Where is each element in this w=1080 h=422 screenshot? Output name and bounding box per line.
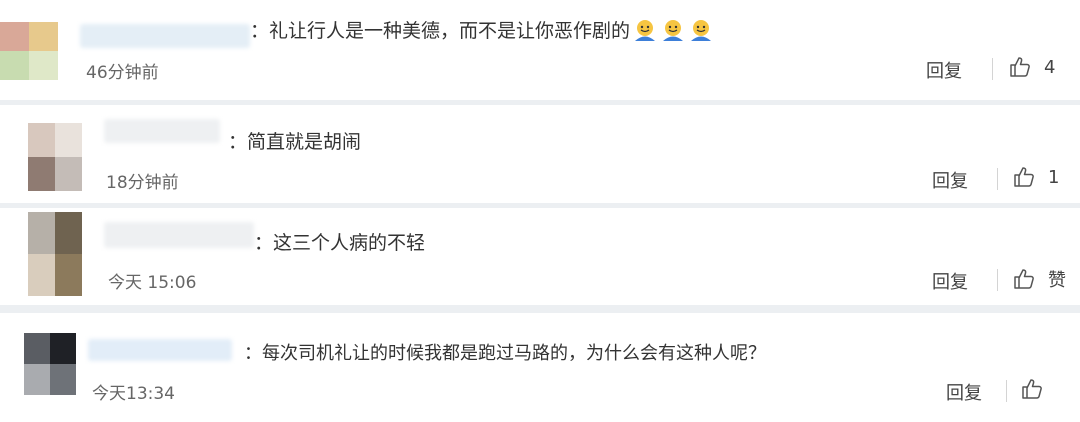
like-count: 4 — [1044, 56, 1056, 78]
divider — [997, 269, 998, 291]
divider — [992, 58, 993, 80]
like-button[interactable] — [1020, 377, 1056, 401]
divider — [997, 168, 998, 190]
comment-separator — [0, 305, 1080, 313]
reply-button[interactable]: 回复 — [932, 167, 968, 193]
comment-text: ：礼让行人是一种美德，而不是让你恶作剧的 — [250, 16, 714, 43]
smiley-icon — [635, 20, 656, 41]
comment-text: ：这三个人病的不轻 — [254, 232, 426, 254]
like-button[interactable]: 赞 — [1012, 266, 1066, 292]
comment-text: ：简直就是胡闹 — [228, 131, 362, 153]
comment-time: 18分钟前 — [106, 173, 179, 193]
thumbs-up-icon — [1014, 167, 1034, 187]
smiley-icon — [691, 20, 712, 41]
thumbs-up-icon — [1010, 57, 1030, 77]
username-blurred[interactable] — [88, 339, 232, 361]
username-blurred[interactable] — [104, 222, 254, 248]
reply-button[interactable]: 回复 — [946, 379, 982, 405]
smiley-icon — [663, 20, 684, 41]
username-blurred[interactable] — [80, 24, 250, 48]
like-count: 1 — [1048, 166, 1060, 188]
comment-text-content: ：礼让行人是一种美德，而不是让你恶作剧的 — [250, 20, 631, 42]
comment-text: ：每次司机礼让的时候我都是跑过马路的，为什么会有这种人呢？ — [244, 343, 766, 364]
comment-item: ：每次司机礼让的时候我都是跑过马路的，为什么会有这种人呢？ 今天13:34 回复 — [0, 313, 1080, 422]
thumbs-up-icon — [1022, 379, 1042, 399]
thumbs-up-icon — [1014, 269, 1034, 289]
comment-item: ：礼让行人是一种美德，而不是让你恶作剧的 46分钟前 回复 4 — [0, 0, 1080, 100]
reply-button[interactable]: 回复 — [926, 57, 962, 83]
like-button[interactable]: 1 — [1012, 165, 1059, 189]
avatar[interactable] — [24, 333, 76, 395]
avatar[interactable] — [28, 212, 82, 296]
reply-button[interactable]: 回复 — [932, 268, 968, 294]
comment-time: 今天 15:06 — [108, 273, 197, 293]
comment-item: ：简直就是胡闹 18分钟前 回复 1 — [0, 105, 1080, 203]
avatar[interactable] — [0, 22, 58, 80]
avatar[interactable] — [28, 123, 82, 191]
like-button[interactable]: 4 — [1008, 55, 1055, 79]
comment-time: 今天13:34 — [92, 384, 175, 404]
comment-item: ：这三个人病的不轻 今天 15:06 回复 赞 — [0, 208, 1080, 305]
divider — [1006, 380, 1007, 402]
like-count: 赞 — [1048, 270, 1066, 291]
username-blurred[interactable] — [104, 119, 220, 143]
comment-time: 46分钟前 — [86, 63, 159, 83]
